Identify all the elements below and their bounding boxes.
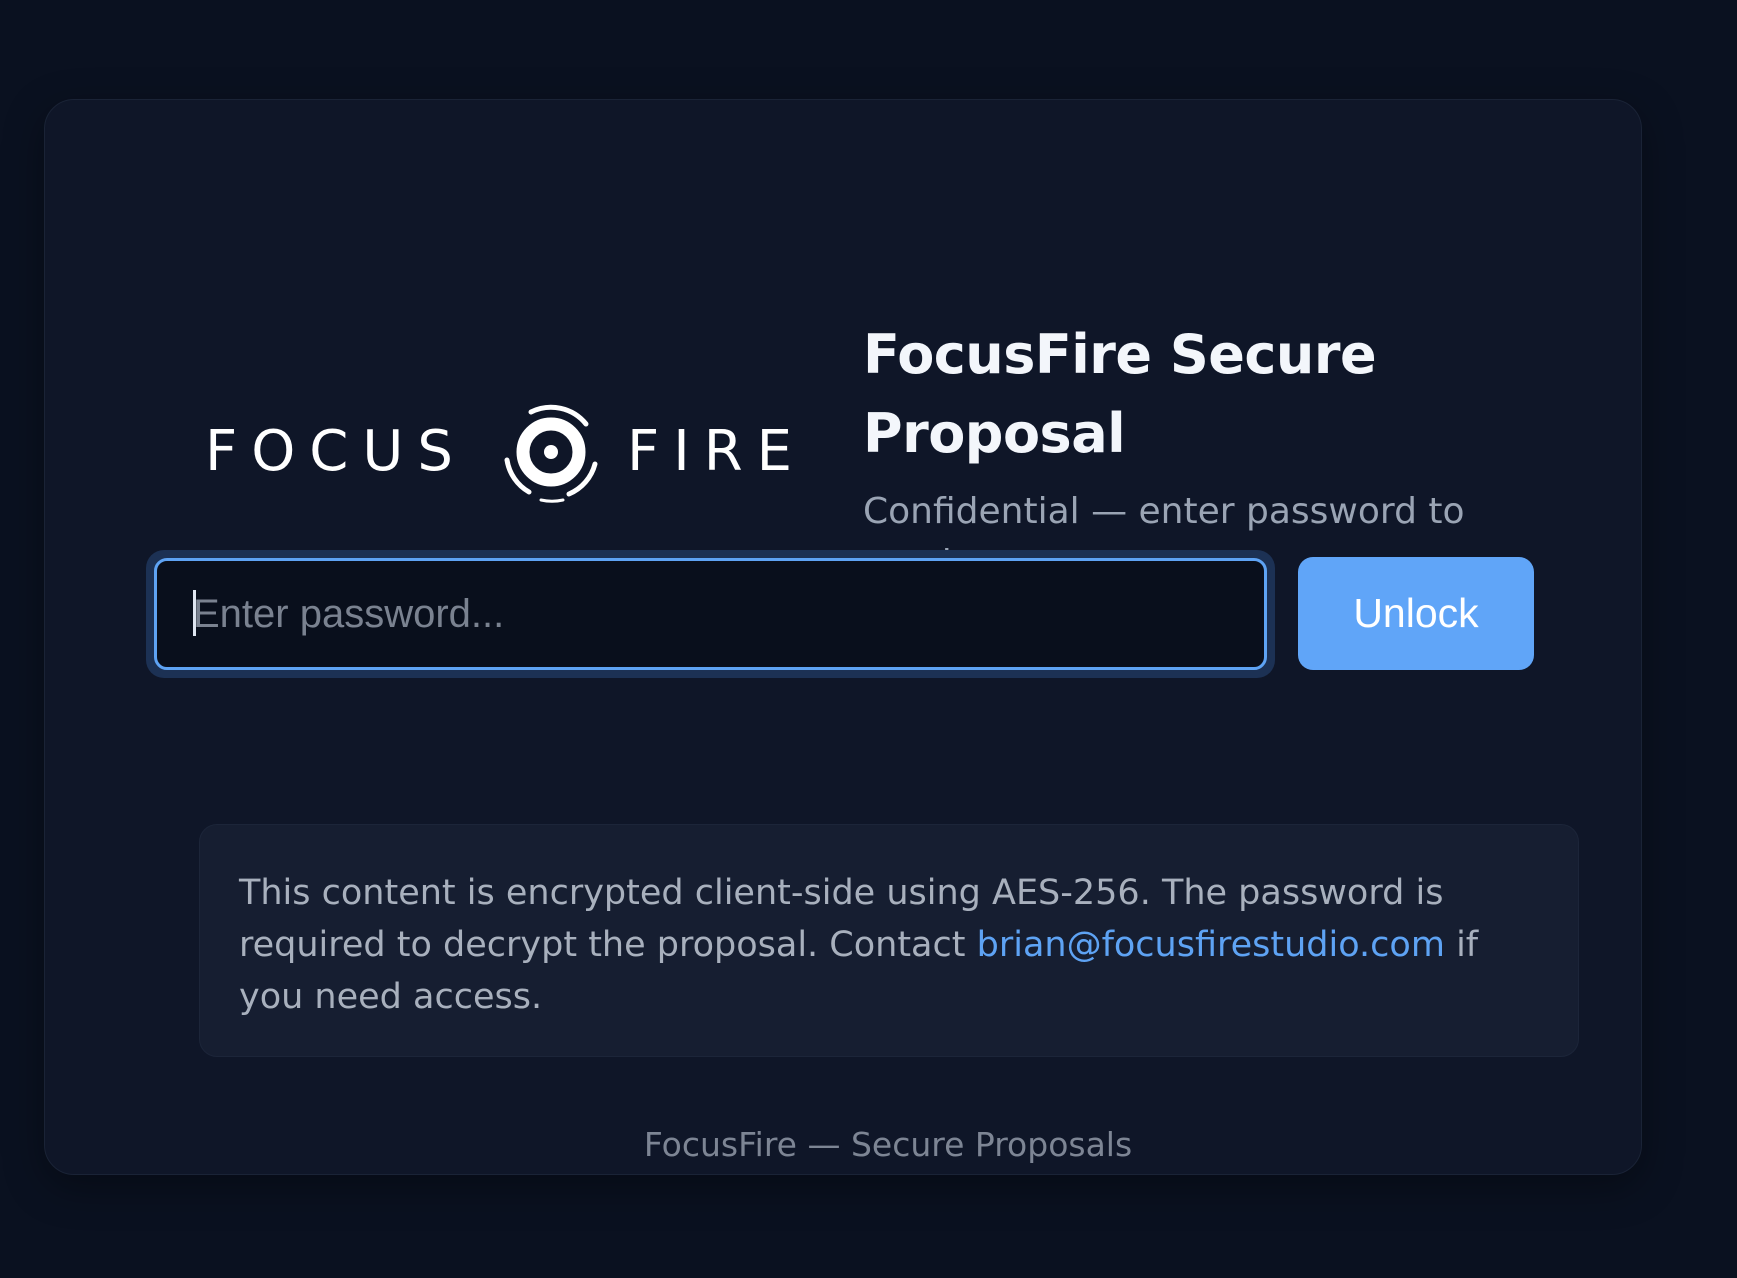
header: FocusFire Secure Proposal Confidential —…: [863, 315, 1503, 590]
contact-email-link[interactable]: brian@focusfirestudio.com: [977, 925, 1445, 965]
focusfire-logo: FOCUS FIRE: [205, 390, 815, 510]
logo-word-focus: FOCUS: [205, 419, 467, 484]
footer-text: FocusFire — Secure Proposals: [643, 1125, 1133, 1164]
password-input[interactable]: [154, 558, 1267, 670]
password-field-focus-ring: [146, 550, 1275, 678]
page-title: FocusFire Secure Proposal: [863, 323, 1377, 465]
encryption-notice: This content is encrypted client-side us…: [199, 824, 1579, 1057]
target-reticle-icon: [504, 404, 598, 503]
logo-word-fire: FIRE: [627, 419, 806, 484]
text-cursor: [193, 590, 196, 636]
unlock-button[interactable]: Unlock: [1298, 557, 1534, 670]
